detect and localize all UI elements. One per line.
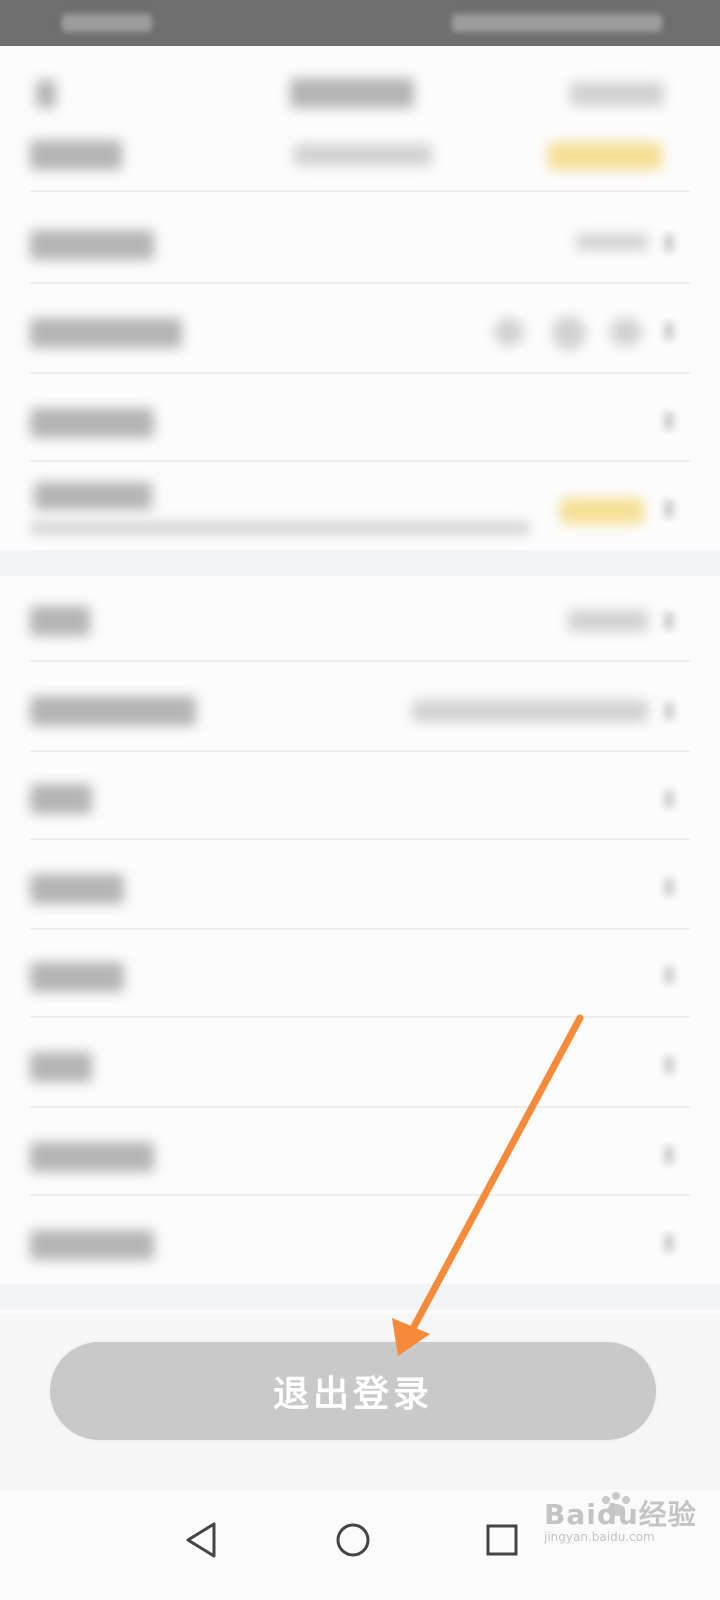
chevron-right-icon [664, 500, 674, 518]
chevron-right-icon [664, 702, 674, 720]
divider [30, 282, 690, 284]
divider [30, 372, 690, 374]
status-bar [0, 0, 720, 46]
blurred-settings-page [0, 46, 720, 1314]
status-bar-left-blur [62, 14, 152, 32]
divider [30, 928, 690, 930]
watermark-brand: Baidu经验 [544, 1498, 697, 1531]
chevron-right-icon [664, 878, 674, 896]
row-label-blur [30, 874, 124, 904]
row-label-blur [30, 230, 154, 260]
page-title-blur [290, 78, 414, 108]
row-label-blur [30, 1230, 154, 1260]
nav-back-button[interactable] [172, 1510, 232, 1570]
row-label-blur [30, 606, 90, 636]
section-gap [0, 550, 720, 576]
chevron-right-icon [664, 322, 674, 340]
divider [30, 1106, 690, 1108]
chevron-right-icon [664, 612, 674, 630]
row-value-blur [568, 610, 648, 632]
status-bar-right-blur [452, 14, 662, 32]
chevron-right-icon [664, 1056, 674, 1074]
recents-square-icon [486, 1524, 518, 1556]
account-settings-screen: 退出登录 Baidu经验 jingyan.baidu.com [0, 0, 720, 1600]
social-icon-blur [552, 316, 586, 350]
social-icon-blur [494, 318, 524, 346]
row-badge-blur [560, 498, 644, 524]
row-label-blur [30, 696, 196, 726]
section-gap [0, 1284, 720, 1310]
row-badge-blur [548, 142, 662, 170]
divider [30, 1016, 690, 1018]
baidu-jingyan-watermark: Baidu经验 jingyan.baidu.com [540, 1492, 710, 1556]
chevron-right-icon [664, 790, 674, 808]
row-value-blur [294, 144, 432, 166]
row-label-blur [30, 140, 122, 170]
divider [30, 660, 690, 662]
logout-button[interactable]: 退出登录 [50, 1342, 656, 1440]
row-label-blur [30, 408, 154, 438]
nav-home-button[interactable] [323, 1510, 383, 1570]
row-label-blur [30, 784, 92, 814]
divider [30, 190, 690, 192]
row-label-blur [30, 1142, 154, 1172]
row-label-blur [30, 1052, 92, 1082]
nav-recents-button[interactable] [472, 1510, 532, 1570]
social-icon-blur [610, 318, 642, 346]
chevron-right-icon [664, 412, 674, 430]
row-subtitle-blur [30, 522, 530, 534]
divider [30, 838, 690, 840]
back-arrow-blur [36, 80, 56, 108]
chevron-right-icon [664, 234, 674, 252]
row-label-blur [30, 962, 124, 992]
watermark-url: jingyan.baidu.com [544, 1530, 655, 1544]
divider [30, 460, 690, 462]
chevron-right-icon [664, 1234, 674, 1252]
row-label-blur [30, 318, 182, 348]
row-value-blur [576, 234, 648, 250]
back-triangle-icon [186, 1522, 216, 1558]
chevron-right-icon [664, 1146, 674, 1164]
chevron-right-icon [664, 966, 674, 984]
logout-button-label: 退出登录 [272, 1373, 433, 1415]
home-circle-icon [336, 1523, 370, 1557]
row-label-blur [34, 482, 152, 510]
divider [30, 1194, 690, 1196]
header-action-blur [570, 82, 664, 106]
divider [30, 750, 690, 752]
row-value-blur [412, 700, 648, 722]
